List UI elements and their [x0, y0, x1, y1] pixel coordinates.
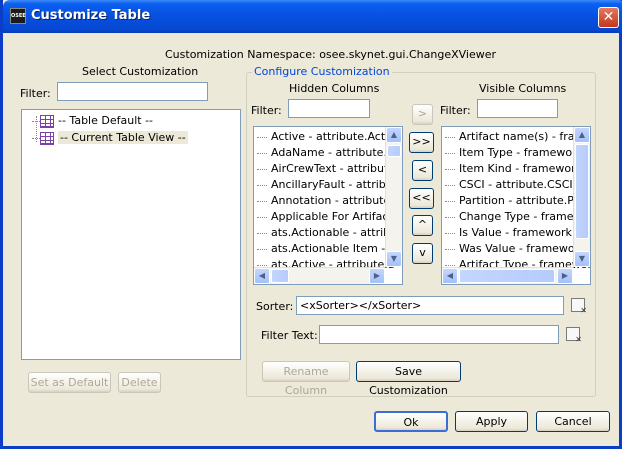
tree-item-label: -- Current Table View --	[58, 131, 188, 144]
filter-text-input[interactable]	[319, 325, 559, 344]
scroll-left-arrow-icon[interactable]: ◀	[442, 268, 458, 284]
visible-column-item[interactable]: Is Value - framework.c	[442, 225, 581, 241]
sorter-label: Sorter:	[256, 300, 294, 313]
tree-item-label: -- Table Default --	[58, 114, 154, 127]
list-connector	[257, 216, 267, 218]
list-connector	[445, 168, 455, 170]
customization-tree[interactable]: -- Table Default -- -- Current Table Vie…	[21, 109, 241, 360]
list-connector	[445, 248, 455, 250]
save-customization-button[interactable]: Save Customization	[356, 361, 461, 397]
cancel-button[interactable]: Cancel	[536, 411, 610, 432]
scroll-thumb[interactable]	[387, 145, 401, 157]
hidden-column-item[interactable]: Annotation - attribute	[254, 193, 390, 209]
list-connector	[257, 184, 267, 186]
visible-filter-label: Filter:	[440, 104, 471, 117]
hidden-column-item[interactable]: Applicable For Artifact	[254, 209, 393, 225]
visible-column-item[interactable]: Was Value - framework	[442, 241, 586, 257]
clear-filter-text-icon[interactable]	[566, 327, 582, 344]
delete-button[interactable]: Delete	[118, 372, 161, 393]
visible-vertical-scrollbar[interactable]: ▲ ▼	[573, 127, 590, 267]
scroll-right-arrow-icon[interactable]: ▶	[369, 268, 385, 284]
customization-filter-input[interactable]	[57, 82, 208, 101]
visible-column-item[interactable]: Artifact name(s) - framework	[442, 129, 590, 145]
list-connector	[257, 232, 267, 234]
list-connector	[445, 152, 455, 154]
scroll-right-arrow-icon[interactable]: ▶	[557, 268, 573, 284]
customization-filter-label: Filter:	[20, 87, 51, 100]
visible-horizontal-scrollbar[interactable]: ◀ ▶	[442, 267, 573, 284]
window-title: Customize Table	[31, 8, 151, 23]
list-connector	[445, 232, 455, 234]
hidden-column-item[interactable]: AdaName - attribute.AdaName	[254, 145, 402, 161]
visible-columns-heading: Visible Columns	[479, 82, 567, 95]
close-button[interactable]: ✕	[598, 7, 619, 28]
hidden-columns-heading: Hidden Columns	[289, 82, 380, 95]
scroll-down-arrow-icon[interactable]: ▼	[386, 251, 402, 267]
rename-column-button[interactable]: Rename Column	[262, 361, 350, 397]
list-connector	[445, 184, 455, 186]
list-connector	[257, 136, 267, 138]
list-connector	[257, 248, 267, 250]
list-connector	[445, 216, 455, 218]
hidden-columns-list[interactable]: Active - attribute.Active AdaName - attr…	[253, 126, 403, 285]
hidden-vertical-scrollbar[interactable]: ▲ ▼	[385, 127, 402, 267]
visible-column-item[interactable]: Item Type - framework	[442, 145, 583, 161]
visible-column-item[interactable]: Item Kind - framework	[442, 161, 582, 177]
list-connector	[257, 200, 267, 202]
configure-customization-title: Configure Customization	[252, 65, 392, 78]
list-connector	[445, 200, 455, 202]
visible-column-item[interactable]: CSCI - attribute.CSCI	[442, 177, 573, 193]
move-down-button[interactable]: v	[412, 243, 433, 264]
add-column-button[interactable]: >	[412, 104, 433, 125]
scroll-up-arrow-icon[interactable]: ▲	[386, 127, 402, 143]
scroll-up-arrow-icon[interactable]: ▲	[574, 127, 590, 143]
title-bar[interactable]: OSEE Customize Table ✕	[3, 0, 622, 33]
tree-item-table-default[interactable]: -- Table Default --	[32, 113, 153, 129]
remove-column-button[interactable]: <	[412, 160, 433, 181]
set-as-default-button[interactable]: Set as Default	[28, 372, 111, 393]
hidden-horizontal-scrollbar[interactable]: ◀ ▶	[254, 267, 385, 284]
visible-column-item[interactable]: Partition - attribute.Pa	[442, 193, 580, 209]
list-connector	[445, 264, 455, 266]
add-all-columns-button[interactable]: >>	[409, 132, 434, 153]
hidden-column-item[interactable]: AncillaryFault - attribute	[254, 177, 402, 193]
visible-columns-list[interactable]: Artifact name(s) - framework Item Type -…	[441, 126, 591, 285]
scroll-left-arrow-icon[interactable]: ◀	[254, 268, 270, 284]
table-grid-icon	[40, 114, 54, 128]
clear-sorter-icon[interactable]	[571, 298, 587, 315]
visible-filter-input[interactable]	[477, 99, 558, 118]
hidden-column-item[interactable]: Active - attribute.Active	[254, 129, 402, 145]
remove-all-columns-button[interactable]: <<	[409, 188, 434, 209]
select-customization-heading: Select Customization	[82, 65, 199, 78]
list-connector	[257, 152, 267, 154]
namespace-label: Customization Namespace: osee.skynet.gui…	[165, 48, 497, 61]
tree-item-current-table-view[interactable]: -- Current Table View --	[32, 130, 188, 146]
ok-button[interactable]: Ok	[374, 411, 448, 432]
scroll-thumb[interactable]	[575, 144, 589, 239]
list-connector	[257, 168, 267, 170]
hidden-column-item[interactable]: AirCrewText - attribute	[254, 161, 395, 177]
visible-column-item[interactable]: Change Type - framework	[442, 209, 590, 225]
hidden-filter-input[interactable]	[288, 99, 370, 118]
list-connector	[445, 136, 455, 138]
list-connector	[257, 264, 267, 266]
hidden-column-item[interactable]: ats.Actionable - attribute	[254, 225, 402, 241]
scroll-thumb[interactable]	[271, 269, 289, 283]
sorter-input[interactable]	[296, 296, 564, 315]
hidden-column-item[interactable]: ats.Actionable Item - a	[254, 241, 396, 257]
filter-text-label: Filter Text:	[261, 329, 318, 342]
table-grid-icon	[40, 131, 54, 145]
customize-table-dialog: OSEE Customize Table ✕ Customization Nam…	[0, 0, 622, 449]
scroll-thumb[interactable]	[459, 269, 555, 283]
tree-line	[36, 116, 37, 142]
scroll-down-arrow-icon[interactable]: ▼	[574, 251, 590, 267]
osee-app-icon: OSEE	[10, 8, 26, 24]
move-up-button[interactable]: ^	[412, 215, 433, 236]
apply-button[interactable]: Apply	[455, 411, 528, 432]
hidden-filter-label: Filter:	[251, 104, 282, 117]
